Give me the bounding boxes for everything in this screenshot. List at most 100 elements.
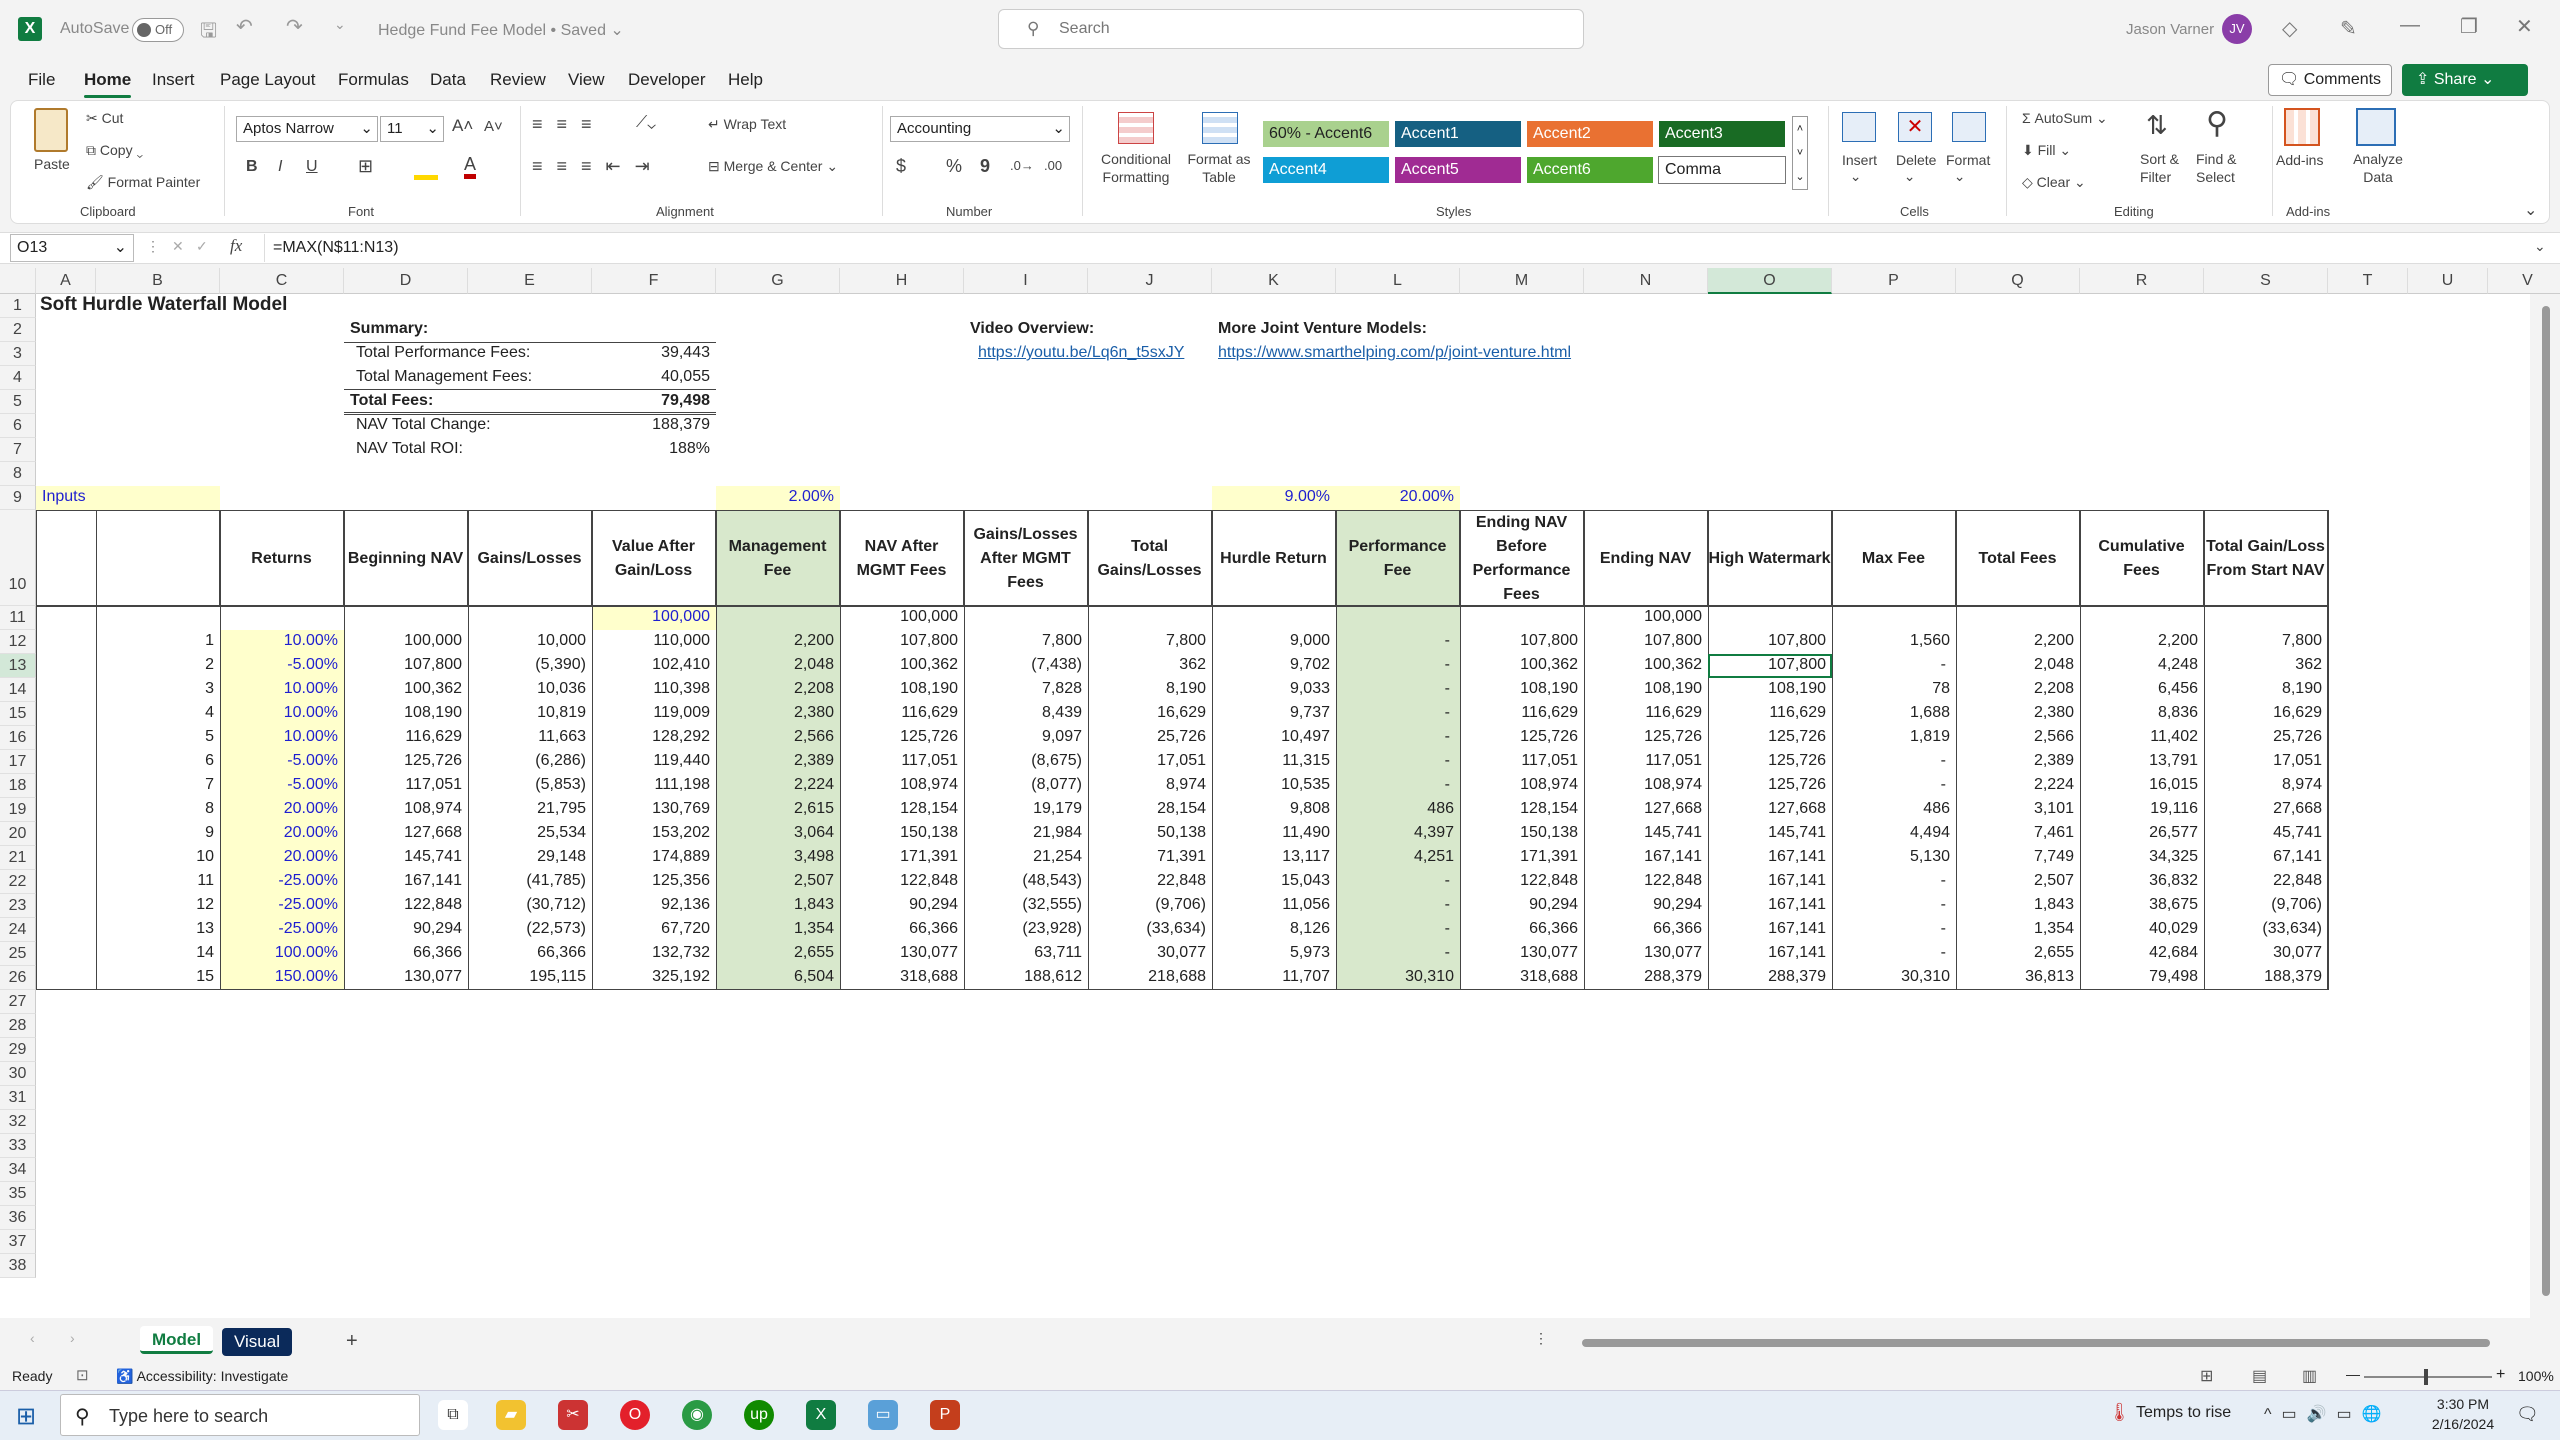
percent-button[interactable]: % bbox=[946, 156, 962, 177]
table-cell[interactable]: 2,566 bbox=[716, 726, 840, 750]
zoom-level[interactable]: 100% bbox=[2518, 1368, 2554, 1384]
insert-cells-icon[interactable] bbox=[1842, 112, 1876, 142]
table-cell[interactable]: (23,928) bbox=[964, 918, 1088, 942]
table-cell[interactable]: 108,190 bbox=[1460, 678, 1584, 702]
table-cell[interactable]: - bbox=[1832, 870, 1956, 894]
table-cell[interactable]: (9,706) bbox=[1088, 894, 1212, 918]
row-header-1[interactable]: 1 bbox=[0, 294, 36, 318]
table-cell[interactable]: 45,741 bbox=[2204, 822, 2328, 846]
table-cell[interactable]: 66,366 bbox=[344, 942, 468, 966]
table-cell[interactable]: 25,726 bbox=[2204, 726, 2328, 750]
table-cell[interactable]: 30,077 bbox=[1088, 942, 1212, 966]
table-cell[interactable]: 50,138 bbox=[1088, 822, 1212, 846]
column-title[interactable]: Ending NAV Before Performance Fees bbox=[1460, 510, 1584, 606]
sheet-tab-visual[interactable]: Visual bbox=[222, 1328, 292, 1356]
table-cell[interactable]: 25,726 bbox=[1088, 726, 1212, 750]
column-header-T[interactable]: T bbox=[2328, 268, 2408, 294]
row-header-10[interactable]: 10 bbox=[0, 510, 36, 606]
table-cell[interactable]: 2,200 bbox=[2080, 630, 2204, 654]
addins-button[interactable]: Add-ins bbox=[2276, 152, 2323, 168]
font-name-select[interactable]: Aptos Narrow ⌄ bbox=[236, 116, 378, 142]
table-cell[interactable]: 1 bbox=[96, 630, 220, 654]
table-cell[interactable]: 5,973 bbox=[1212, 942, 1336, 966]
vertical-scrollbar[interactable] bbox=[2540, 296, 2552, 1318]
table-cell[interactable]: 2 bbox=[96, 654, 220, 678]
more-models-link[interactable]: https://www.smarthelping.com/p/joint-ven… bbox=[1212, 342, 1632, 366]
row-header-2[interactable]: 2 bbox=[0, 318, 36, 342]
table-cell[interactable]: 17,051 bbox=[2204, 750, 2328, 774]
table-cell[interactable]: 10.00% bbox=[220, 630, 344, 654]
column-header-G[interactable]: G bbox=[716, 268, 840, 294]
table-cell[interactable]: 2,566 bbox=[1956, 726, 2080, 750]
header-cell-blank[interactable] bbox=[36, 510, 220, 606]
table-cell[interactable]: 19,179 bbox=[964, 798, 1088, 822]
start-value-input[interactable]: 100,000 bbox=[592, 606, 716, 630]
table-cell[interactable]: 119,440 bbox=[592, 750, 716, 774]
table-cell[interactable]: 167,141 bbox=[1584, 846, 1708, 870]
table-cell[interactable]: 1,843 bbox=[716, 894, 840, 918]
analyze-data-button[interactable]: Analyze Data bbox=[2350, 150, 2406, 186]
table-cell[interactable]: 116,629 bbox=[840, 702, 964, 726]
table-cell[interactable]: 1,560 bbox=[1832, 630, 1956, 654]
task-view-icon[interactable]: ⧉ bbox=[438, 1400, 468, 1430]
currency-button[interactable]: $ bbox=[896, 156, 906, 177]
analyze-data-icon[interactable] bbox=[2356, 108, 2396, 146]
table-cell[interactable]: - bbox=[1336, 870, 1460, 894]
addins-icon[interactable] bbox=[2284, 108, 2320, 146]
horizontal-scrollbar[interactable] bbox=[1570, 1336, 2530, 1350]
conditional-formatting-button[interactable]: Conditional Formatting bbox=[1096, 150, 1176, 186]
table-cell[interactable]: 3,064 bbox=[716, 822, 840, 846]
table-cell[interactable]: (48,543) bbox=[964, 870, 1088, 894]
wrap-text-button[interactable]: ↵ Wrap Text bbox=[708, 116, 786, 133]
table-cell[interactable]: 25,534 bbox=[468, 822, 592, 846]
table-cell[interactable]: 8,974 bbox=[2204, 774, 2328, 798]
table-cell[interactable]: (41,785) bbox=[468, 870, 592, 894]
table-cell[interactable]: 30,310 bbox=[1336, 966, 1460, 990]
table-cell[interactable]: -25.00% bbox=[220, 870, 344, 894]
table-cell[interactable]: 188,379 bbox=[2204, 966, 2328, 990]
paste-icon[interactable] bbox=[34, 108, 68, 152]
table-cell[interactable]: 1,843 bbox=[1956, 894, 2080, 918]
powerpoint-icon[interactable]: P bbox=[930, 1400, 960, 1430]
table-cell[interactable]: (8,077) bbox=[964, 774, 1088, 798]
table-cell[interactable]: 11,402 bbox=[2080, 726, 2204, 750]
page-layout-view-icon[interactable]: ▤ bbox=[2252, 1366, 2267, 1386]
row-header-34[interactable]: 34 bbox=[0, 1158, 36, 1182]
row-header-8[interactable]: 8 bbox=[0, 462, 36, 486]
table-cell[interactable]: (22,573) bbox=[468, 918, 592, 942]
table-cell[interactable]: 6,456 bbox=[2080, 678, 2204, 702]
row-header-9[interactable]: 9 bbox=[0, 486, 36, 510]
cancel-formula-icon[interactable]: ✕ bbox=[172, 238, 184, 255]
style-accent2[interactable]: Accent2 bbox=[1526, 120, 1654, 148]
conditional-formatting-icon[interactable] bbox=[1118, 112, 1154, 144]
table-cell[interactable]: 167,141 bbox=[344, 870, 468, 894]
table-cell[interactable]: -25.00% bbox=[220, 918, 344, 942]
table-cell[interactable]: 22,848 bbox=[1088, 870, 1212, 894]
table-cell[interactable]: 2,048 bbox=[716, 654, 840, 678]
column-header-S[interactable]: S bbox=[2204, 268, 2328, 294]
share-button[interactable]: ⇪ Share ⌄ bbox=[2402, 64, 2528, 96]
tab-file[interactable]: File bbox=[28, 70, 55, 90]
table-cell[interactable]: 107,800 bbox=[1708, 654, 1832, 678]
table-cell[interactable]: 10,497 bbox=[1212, 726, 1336, 750]
table-cell[interactable]: 110,000 bbox=[592, 630, 716, 654]
table-cell[interactable]: 108,190 bbox=[840, 678, 964, 702]
expand-formula-icon[interactable]: ⌄ bbox=[2534, 238, 2546, 255]
table-cell[interactable]: 11,056 bbox=[1212, 894, 1336, 918]
tab-formulas[interactable]: Formulas bbox=[338, 70, 409, 90]
increase-decimal-icon[interactable]: .0→ bbox=[1010, 158, 1034, 173]
table-cell[interactable]: (33,634) bbox=[1088, 918, 1212, 942]
table-cell[interactable]: 78 bbox=[1832, 678, 1956, 702]
tab-developer[interactable]: Developer bbox=[628, 70, 706, 90]
tab-view[interactable]: View bbox=[568, 70, 605, 90]
table-cell[interactable]: 132,732 bbox=[592, 942, 716, 966]
column-title[interactable]: Total Gain/Loss From Start NAV bbox=[2204, 510, 2328, 606]
clock[interactable]: 3:30 PM 2/16/2024 bbox=[2420, 1394, 2506, 1434]
table-cell[interactable]: - bbox=[1336, 894, 1460, 918]
table-cell[interactable]: 171,391 bbox=[1460, 846, 1584, 870]
table-cell[interactable]: 100,362 bbox=[344, 678, 468, 702]
column-title[interactable]: Performance Fee bbox=[1336, 510, 1460, 606]
row-header-13[interactable]: 13 bbox=[0, 654, 36, 678]
font-color-icon[interactable]: A bbox=[464, 154, 477, 179]
table-cell[interactable]: 111,198 bbox=[592, 774, 716, 798]
